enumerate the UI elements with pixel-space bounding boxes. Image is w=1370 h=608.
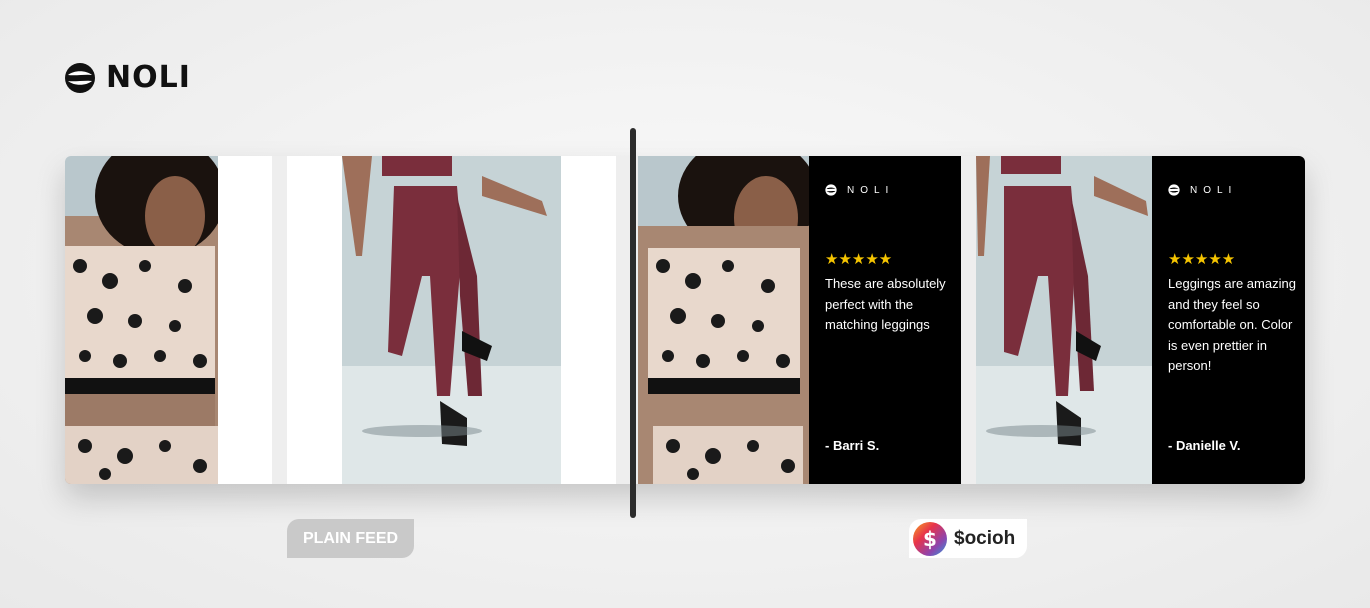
noli-logo-icon <box>825 184 837 196</box>
socioh-card-2-photo <box>976 156 1152 484</box>
plain-feed-label: PLAIN FEED <box>287 519 414 558</box>
review-1-text: These are absolutely perfect with the ma… <box>825 276 946 332</box>
review-card-1: NOLI ★★★★★ These are absolutely perfect … <box>809 156 961 484</box>
review-1-brand-name: NOLI <box>847 184 895 196</box>
noli-logo-icon <box>65 62 95 93</box>
plain-feed-letterbox-right <box>561 156 616 484</box>
review-2-brand-name: NOLI <box>1190 184 1238 196</box>
review-1-brand-logo: NOLI <box>825 184 894 196</box>
plain-feed-whitespace <box>218 156 272 484</box>
review-card-2: NOLI ★★★★★ Leggings are amazing and they… <box>1152 156 1305 484</box>
plain-feed-photo-2 <box>342 156 561 484</box>
feed-comparison-panel: NOLI ★★★★★ These are absolutely perfect … <box>65 156 1305 484</box>
review-2-brand-logo: NOLI <box>1168 184 1237 196</box>
leopard-top-model-photo <box>638 156 809 484</box>
noli-logo-icon <box>1168 184 1180 196</box>
burgundy-leggings-model-photo <box>976 156 1152 484</box>
burgundy-leggings-model-photo <box>342 156 561 484</box>
review-1-author: - Barri S. <box>825 438 880 453</box>
socioh-label: $ $ocioh <box>909 519 1027 558</box>
review-2-text: Leggings are amazing and they feel so co… <box>1168 276 1296 373</box>
socioh-wordmark: $ocioh <box>954 527 1016 549</box>
leopard-top-model-photo <box>65 156 218 484</box>
comparison-divider[interactable] <box>630 128 636 518</box>
plain-feed-photo-1 <box>65 156 218 484</box>
review-2-author: - Danielle V. <box>1168 438 1241 453</box>
socioh-logo-icon: $ <box>913 521 947 556</box>
brand-logo: NOLI <box>64 60 191 95</box>
star-icon: ★★★★★ <box>825 251 893 268</box>
socioh-icon-glyph: $ <box>923 527 937 551</box>
star-icon: ★★★★★ <box>1168 251 1236 268</box>
socioh-card-1-photo <box>638 156 809 484</box>
review-1-star-rating: ★★★★★ <box>825 252 892 267</box>
brand-name: NOLI <box>106 60 191 95</box>
review-2-star-rating: ★★★★★ <box>1168 252 1235 267</box>
plain-feed-letterbox-left <box>287 156 342 484</box>
